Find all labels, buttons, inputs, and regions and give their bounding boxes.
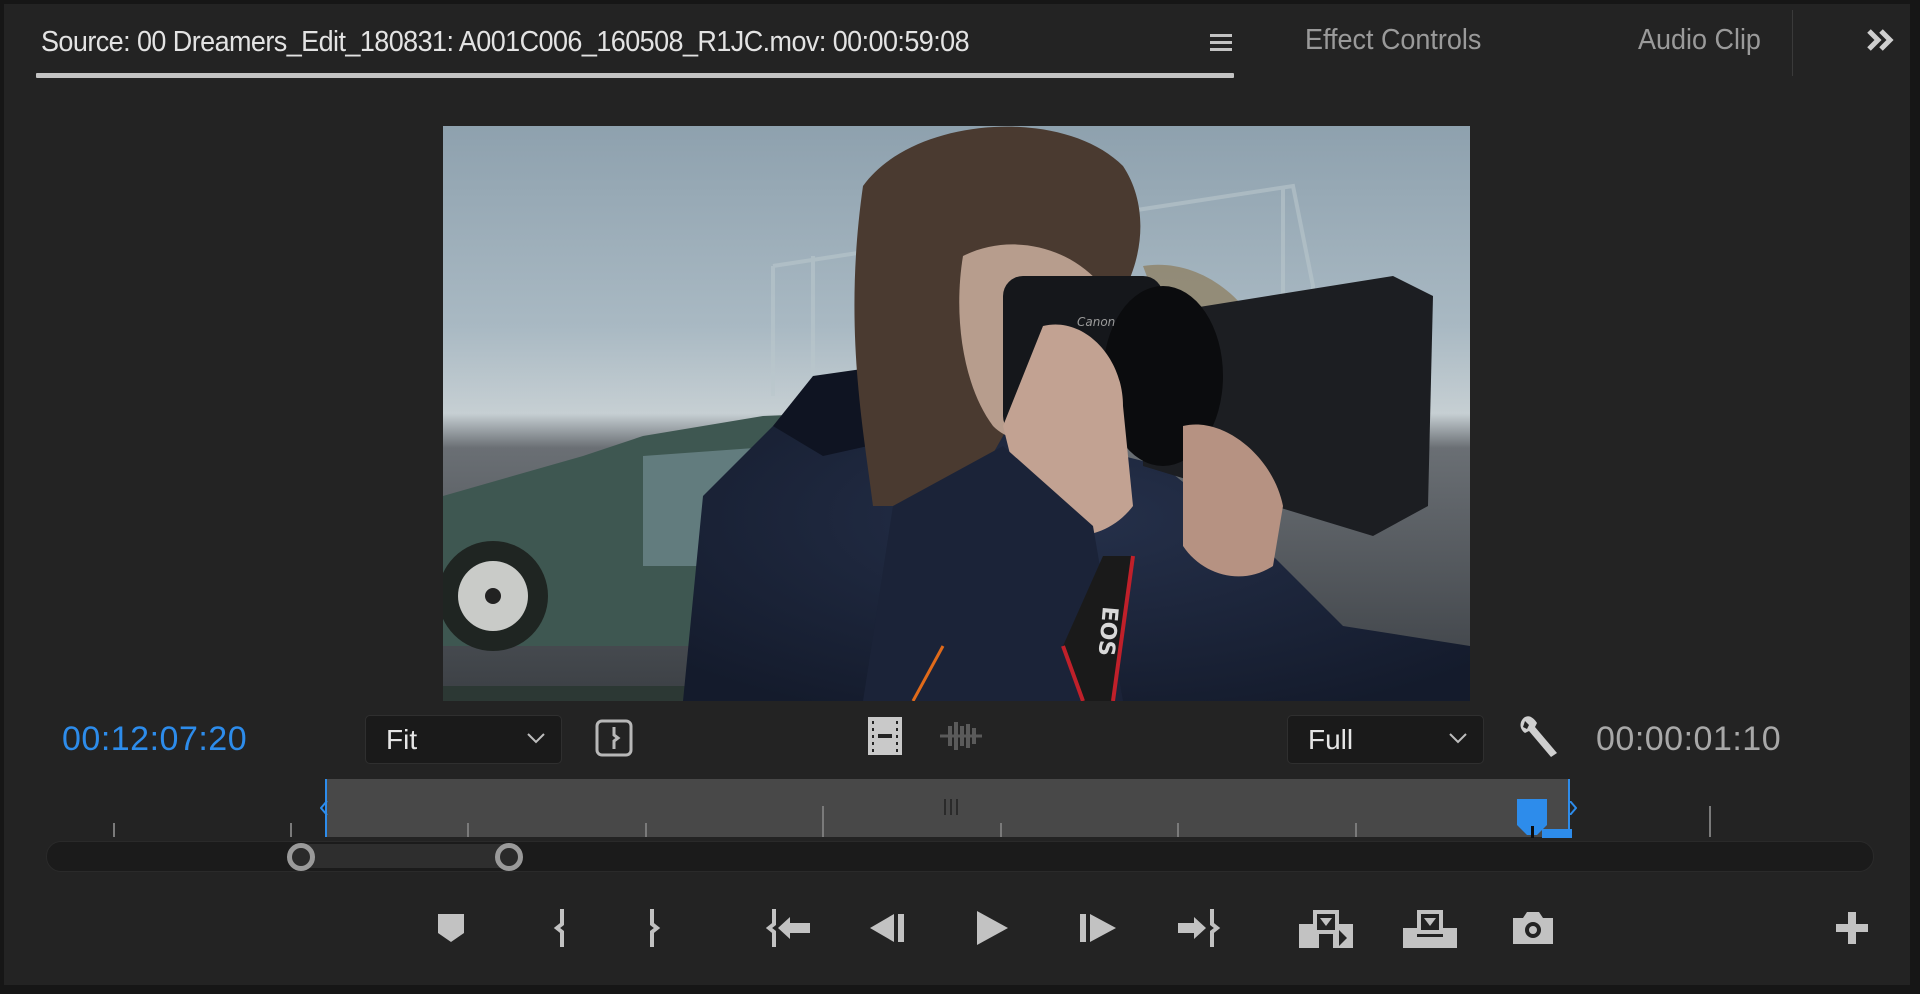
settings-wrench-icon [1520, 716, 1557, 757]
camera-icon [1513, 912, 1553, 944]
playback-resolution-dropdown[interactable]: Full [1287, 715, 1484, 764]
go-to-out-button[interactable] [1173, 905, 1223, 951]
range-drag-grip[interactable] [944, 799, 958, 815]
strap-text: EOS [1093, 605, 1122, 657]
active-tab-indicator [36, 73, 1234, 78]
playback-resolution-value: Full [1308, 724, 1354, 755]
mark-out-icon [650, 909, 661, 947]
go-to-out-icon [1178, 909, 1221, 947]
zoom-level-dropdown[interactable]: Fit [365, 715, 562, 764]
tab-divider [1792, 10, 1793, 76]
button-editor-button[interactable] [1830, 905, 1874, 951]
go-to-in-button[interactable] [765, 905, 815, 951]
overwrite-button[interactable] [1400, 905, 1460, 951]
playhead[interactable] [1515, 799, 1577, 839]
mark-in-button[interactable] [539, 905, 583, 951]
zoom-level-value: Fit [386, 724, 418, 755]
playhead-timecode[interactable]: 00:12:07:20 [62, 720, 247, 759]
ruler-tick [467, 823, 469, 837]
step-forward-button[interactable] [1076, 905, 1120, 951]
insert-icon [1299, 910, 1353, 948]
zoom-handle-right[interactable] [495, 843, 523, 871]
insert-overwrite-toggle-icon [595, 719, 633, 757]
chevron-down-icon [527, 733, 545, 744]
ruler-tick [290, 823, 292, 837]
drag-video-only-icon [868, 717, 902, 755]
step-forward-icon [1080, 914, 1116, 942]
add-marker-button[interactable] [429, 905, 473, 951]
marker-icon [438, 914, 464, 942]
ruler-tick [645, 823, 647, 837]
drag-audio-only-icon [940, 722, 982, 750]
tab-audio-clip[interactable]: Audio Clip [1638, 24, 1761, 57]
drag-audio-only-button[interactable] [938, 720, 984, 756]
mark-out-button[interactable] [632, 905, 676, 951]
zoom-scrollbar-thumb[interactable] [301, 844, 509, 868]
overwrite-icon [1403, 910, 1457, 948]
duration-timecode: 00:00:01:10 [1596, 720, 1782, 758]
tab-source[interactable]: Source: 00 Dreamers_Edit_180831: A001C00… [37, 22, 1233, 74]
ruler-tick [1000, 823, 1002, 837]
ruler-tick [822, 806, 824, 837]
svg-text:Canon: Canon [1077, 315, 1115, 329]
in-point-marker[interactable] [320, 779, 328, 837]
go-to-in-icon [766, 909, 810, 947]
insert-overwrite-toggle-button[interactable] [594, 718, 634, 762]
tab-source-label: Source: 00 Dreamers_Edit_180831: A001C00… [41, 26, 970, 58]
settings-button[interactable] [1515, 713, 1563, 765]
chevron-down-icon [1449, 733, 1467, 744]
hamburger-menu-icon[interactable] [1210, 34, 1232, 54]
step-back-button[interactable] [866, 905, 910, 951]
drag-video-only-button[interactable] [866, 715, 904, 761]
plus-icon [1836, 912, 1868, 944]
mark-in-icon [553, 909, 564, 947]
ruler-tick [1177, 823, 1179, 837]
ruler-tick [1355, 823, 1357, 837]
zoom-handle-left[interactable] [287, 843, 315, 871]
step-back-icon [870, 914, 904, 942]
insert-button[interactable] [1296, 905, 1356, 951]
video-frame-illustration: Canon EOS [443, 126, 1470, 701]
double-chevron-right-icon[interactable] [1866, 26, 1896, 61]
tab-effect-controls[interactable]: Effect Controls [1305, 24, 1481, 57]
play-icon [977, 911, 1008, 945]
ruler-tick [113, 823, 115, 837]
export-frame-button[interactable] [1511, 905, 1555, 951]
video-frame[interactable]: Canon EOS [443, 126, 1470, 701]
play-button[interactable] [970, 905, 1014, 951]
ruler-tick [1709, 806, 1711, 837]
